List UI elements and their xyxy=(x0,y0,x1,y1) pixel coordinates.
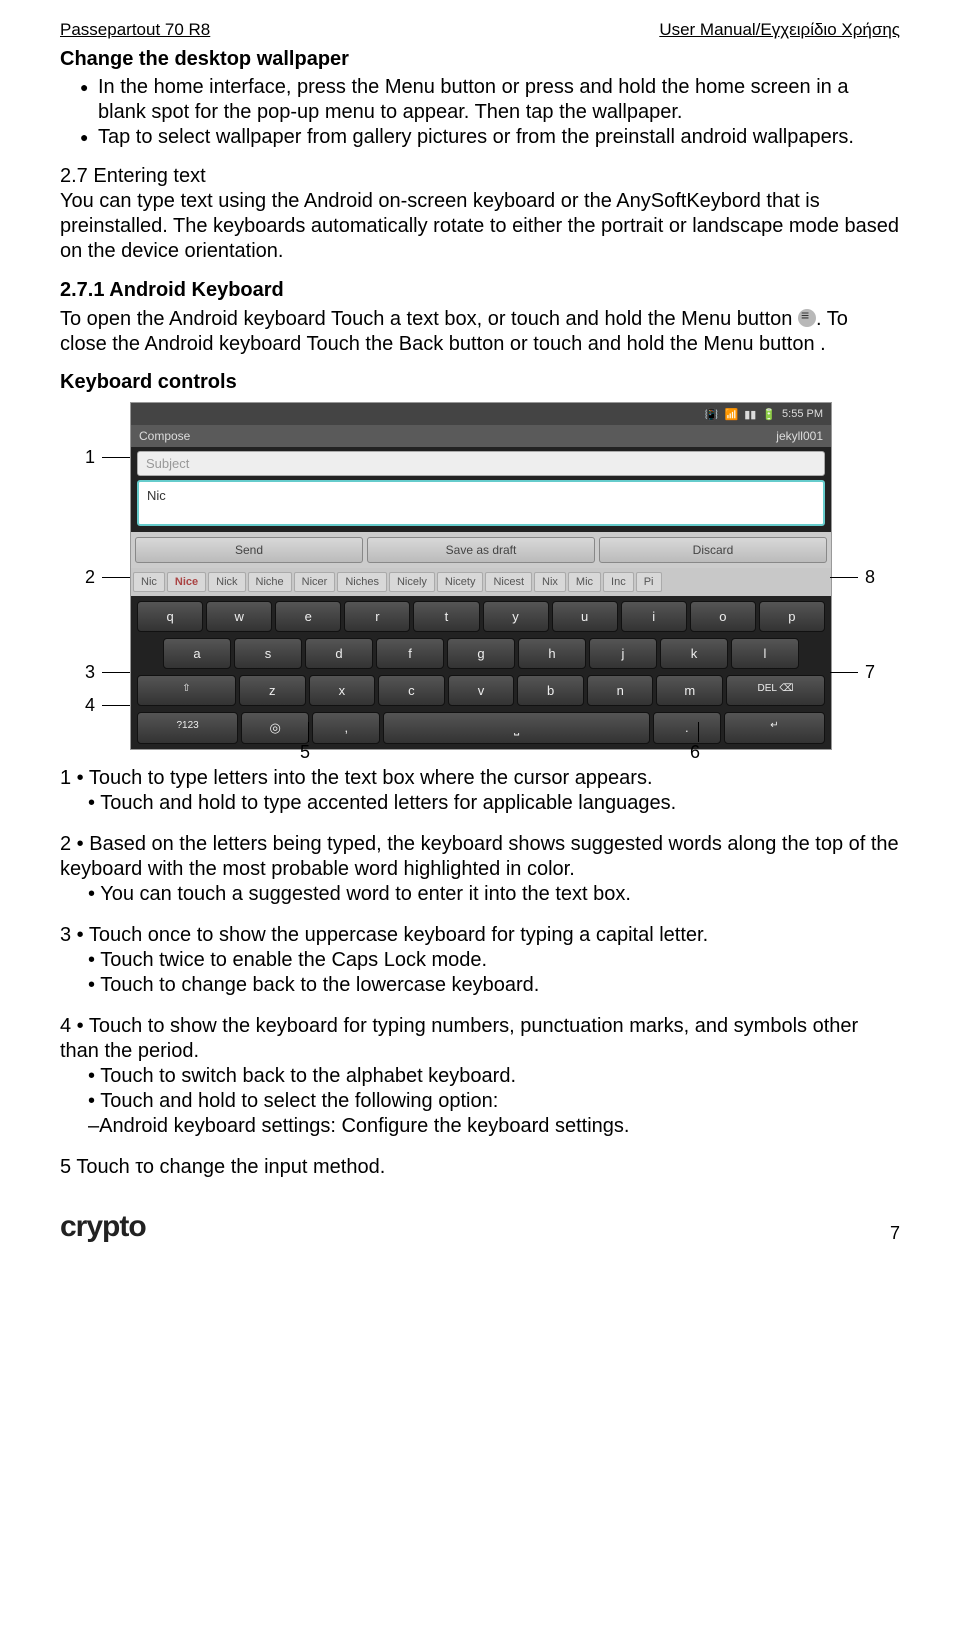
key-l[interactable]: l xyxy=(731,638,799,669)
header-right: User Manual/Εγχειρίδιο Χρήσης xyxy=(659,20,900,40)
note-2: 2 • Based on the letters being typed, th… xyxy=(60,832,900,907)
key-y[interactable]: y xyxy=(483,601,549,632)
suggestion[interactable]: Nicest xyxy=(485,572,532,592)
key-m[interactable]: m xyxy=(656,675,723,706)
key-v[interactable]: v xyxy=(448,675,515,706)
key-x[interactable]: x xyxy=(309,675,376,706)
status-bar: 📳 📶 ▮▮ 🔋 5:55 PM xyxy=(131,403,831,425)
note-4: 4 • Touch to show the keyboard for typin… xyxy=(60,1014,900,1139)
suggestion-bar[interactable]: Nic Nice Nick Niche Nicer Niches Nicely … xyxy=(131,568,831,596)
suggestion-highlight[interactable]: Nice xyxy=(167,572,206,592)
suggestion[interactable]: Pi xyxy=(636,572,662,592)
key-shift[interactable]: ⇧ xyxy=(137,675,236,706)
callout-7: 7 xyxy=(865,662,875,683)
key-q[interactable]: q xyxy=(137,601,203,632)
suggestion[interactable]: Niche xyxy=(248,572,292,592)
callout-8: 8 xyxy=(865,567,875,588)
callout-5: 5 xyxy=(300,742,310,763)
heading-entering-text: 2.7 Entering text xyxy=(60,165,206,187)
key-h[interactable]: h xyxy=(518,638,586,669)
suggestion[interactable]: Nicer xyxy=(294,572,336,592)
wallpaper-bullets: In the home interface, press the Menu bu… xyxy=(60,75,900,150)
key-d[interactable]: d xyxy=(305,638,373,669)
key-z[interactable]: z xyxy=(239,675,306,706)
keyboard-screenshot: 1 2 3 4 8 7 5 6 📳 📶 ▮▮ 🔋 5:55 PM C xyxy=(90,402,870,750)
key-delete[interactable]: DEL ⌫ xyxy=(726,675,825,706)
key-r[interactable]: r xyxy=(344,601,410,632)
open-keyboard-text-a: To open the Android keyboard Touch a tex… xyxy=(60,308,798,330)
compose-bar: Compose jekyll001 xyxy=(131,425,831,447)
key-k[interactable]: k xyxy=(660,638,728,669)
callout-6: 6 xyxy=(690,742,700,763)
vibrate-icon: 📳 xyxy=(705,408,719,421)
page-number: 7 xyxy=(890,1223,900,1244)
wifi-icon: 📶 xyxy=(725,408,739,421)
callout-1: 1 xyxy=(85,447,95,468)
key-u[interactable]: u xyxy=(552,601,618,632)
key-p[interactable]: p xyxy=(759,601,825,632)
callout-2: 2 xyxy=(85,567,95,588)
key-o[interactable]: o xyxy=(690,601,756,632)
send-button[interactable]: Send xyxy=(135,537,363,563)
key-enter[interactable]: ↵ xyxy=(724,712,825,744)
key-n[interactable]: n xyxy=(587,675,654,706)
suggestion[interactable]: Niches xyxy=(337,572,387,592)
save-draft-button[interactable]: Save as draft xyxy=(367,537,595,563)
note-1: 1 • Touch to type letters into the text … xyxy=(60,766,900,816)
suggestion[interactable]: Nick xyxy=(208,572,245,592)
key-space[interactable]: ⎵ xyxy=(383,712,649,744)
compose-label: Compose xyxy=(139,429,190,443)
suggestion[interactable]: Inc xyxy=(603,572,634,592)
key-s[interactable]: s xyxy=(234,638,302,669)
body-input[interactable]: Nic xyxy=(137,480,825,526)
battery-icon: 🔋 xyxy=(762,408,776,421)
key-comma[interactable]: , xyxy=(312,712,380,744)
key-c[interactable]: c xyxy=(378,675,445,706)
heading-keyboard-controls: Keyboard controls xyxy=(60,371,900,394)
page-header: Passepartout 70 R8 User Manual/Εγχειρίδι… xyxy=(60,20,900,40)
bullet-item: Tap to select wallpaper from gallery pic… xyxy=(80,125,900,150)
suggestion[interactable]: Nix xyxy=(534,572,566,592)
subject-input[interactable]: Subject xyxy=(137,451,825,476)
key-a[interactable]: a xyxy=(163,638,231,669)
page-footer: crypto 7 xyxy=(60,1210,900,1244)
key-i[interactable]: i xyxy=(621,601,687,632)
bullet-item: In the home interface, press the Menu bu… xyxy=(80,75,900,125)
key-symbols[interactable]: ?123 xyxy=(137,712,238,744)
callout-4: 4 xyxy=(85,695,95,716)
header-left: Passepartout 70 R8 xyxy=(60,20,210,40)
key-e[interactable]: e xyxy=(275,601,341,632)
logo: crypto xyxy=(60,1210,146,1244)
suggestion[interactable]: Nic xyxy=(133,572,165,592)
key-t[interactable]: t xyxy=(413,601,479,632)
note-5: 5 Touch το change the input method. xyxy=(60,1155,900,1180)
key-b[interactable]: b xyxy=(517,675,584,706)
suggestion[interactable]: Nicety xyxy=(437,572,484,592)
key-g[interactable]: g xyxy=(447,638,515,669)
note-3: 3 • Touch once to show the uppercase key… xyxy=(60,923,900,998)
menu-icon xyxy=(798,309,816,327)
key-period[interactable]: . xyxy=(653,712,721,744)
heading-change-wallpaper: Change the desktop wallpaper xyxy=(60,48,900,71)
key-f[interactable]: f xyxy=(376,638,444,669)
key-w[interactable]: w xyxy=(206,601,272,632)
key-mic[interactable]: ◎ xyxy=(241,712,309,744)
suggestion[interactable]: Nicely xyxy=(389,572,435,592)
clock: 5:55 PM xyxy=(782,408,823,420)
discard-button[interactable]: Discard xyxy=(599,537,827,563)
callout-3: 3 xyxy=(85,662,95,683)
signal-icon: ▮▮ xyxy=(744,408,756,421)
section-android-keyboard: 2.7.1 Android Keyboard To open the Andro… xyxy=(60,278,900,357)
account-label: jekyll001 xyxy=(776,429,823,443)
keyboard: q w e r t y u i o p a s d f g h xyxy=(131,596,831,749)
heading-android-keyboard: 2.7.1 Android Keyboard xyxy=(60,278,900,303)
section-entering-text: 2.7 Entering text You can type text usin… xyxy=(60,164,900,264)
suggestion[interactable]: Mic xyxy=(568,572,601,592)
entering-text-body: You can type text using the Android on-s… xyxy=(60,190,899,262)
key-j[interactable]: j xyxy=(589,638,657,669)
